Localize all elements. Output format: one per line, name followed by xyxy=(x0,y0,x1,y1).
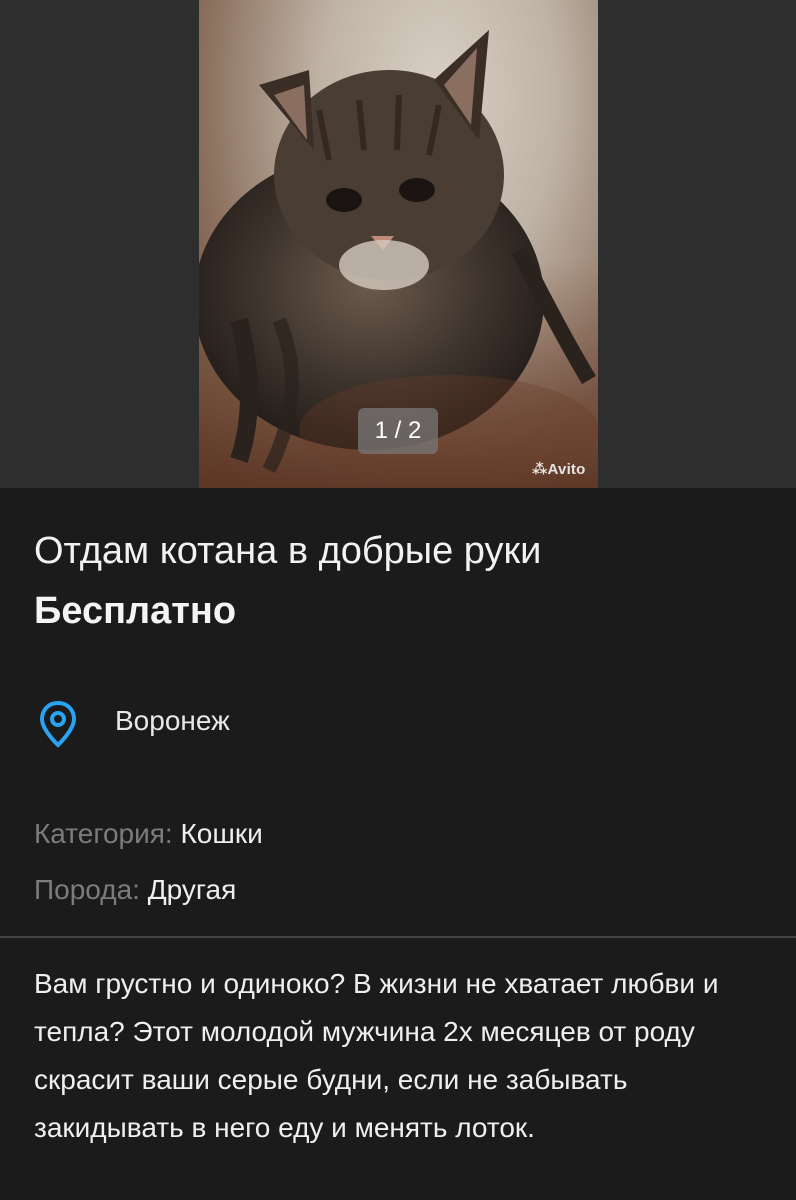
map-pin-icon xyxy=(38,700,78,753)
listing-description: Вам грустно и одиноко? В жизни не хватае… xyxy=(34,968,719,1143)
divider xyxy=(0,936,796,938)
param-value: Кошки xyxy=(180,818,263,849)
listing-title: Отдам котана в добрые руки xyxy=(34,530,542,572)
watermark-text: Avito xyxy=(547,461,586,478)
listing-price: Бесплатно xyxy=(34,590,237,632)
photo-counter: 1 / 2 xyxy=(358,408,438,454)
param-breed: Порода: Другая xyxy=(34,874,236,906)
param-key: Порода: xyxy=(34,874,140,905)
listing-location[interactable]: Воронеж xyxy=(115,705,230,737)
avito-logo-icon: ⁂ xyxy=(532,461,548,478)
photo-gallery[interactable]: 1 / 2 ⁂Avito xyxy=(0,0,796,488)
avito-watermark: ⁂Avito xyxy=(532,460,586,478)
param-category: Категория: Кошки xyxy=(34,818,263,850)
param-key: Категория: xyxy=(34,818,173,849)
param-value: Другая xyxy=(147,874,237,905)
